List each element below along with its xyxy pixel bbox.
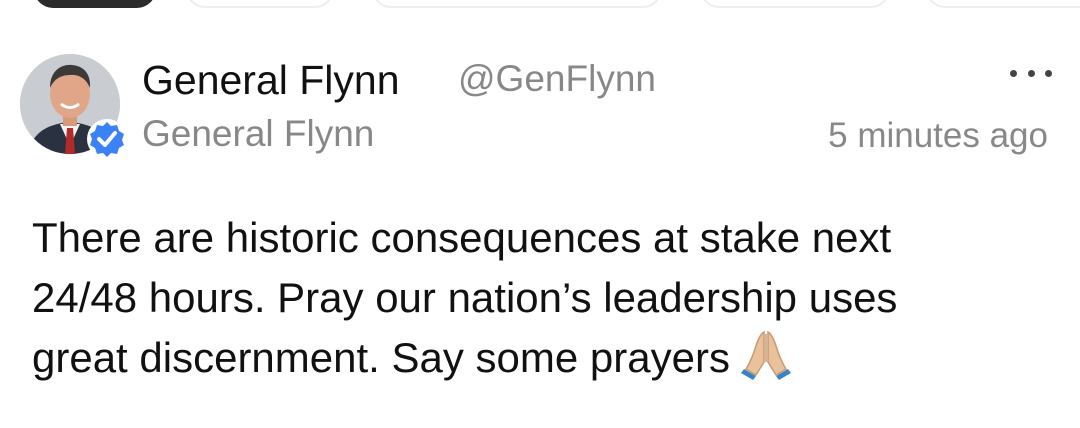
more-options-icon (1010, 69, 1017, 77)
author-display-name: General Flynn (142, 113, 375, 154)
post-screen: General Flynn @GenFlynn General Flynn 5 … (0, 0, 1080, 428)
post-timestamp: 5 minutes ago (828, 116, 1048, 155)
author-name[interactable]: General Flynn (142, 56, 400, 104)
filter-chip[interactable] (926, 0, 1080, 8)
more-options-icon (1027, 69, 1035, 77)
post-body-line: There are historic consequences at stake… (32, 214, 892, 261)
verified-badge-icon (86, 118, 128, 160)
post-body-line: 24/48 hours. Pray our nation’s leadershi… (32, 274, 898, 321)
filter-chip[interactable] (372, 0, 662, 8)
more-options-icon (1045, 69, 1052, 77)
post-body-text: great discernment. Say some prayers (32, 334, 730, 381)
filter-chip-active[interactable] (34, 0, 156, 8)
folded-hands-emoji (740, 328, 792, 380)
filter-chip[interactable] (186, 0, 334, 8)
post-body: There are historic consequences at stake… (32, 208, 1052, 388)
post-body-line-last: great discernment. Say some prayers (32, 328, 1052, 388)
more-options-button[interactable] (1010, 58, 1052, 88)
filter-chip[interactable] (700, 0, 890, 8)
author-handle[interactable]: @GenFlynn (458, 57, 656, 101)
